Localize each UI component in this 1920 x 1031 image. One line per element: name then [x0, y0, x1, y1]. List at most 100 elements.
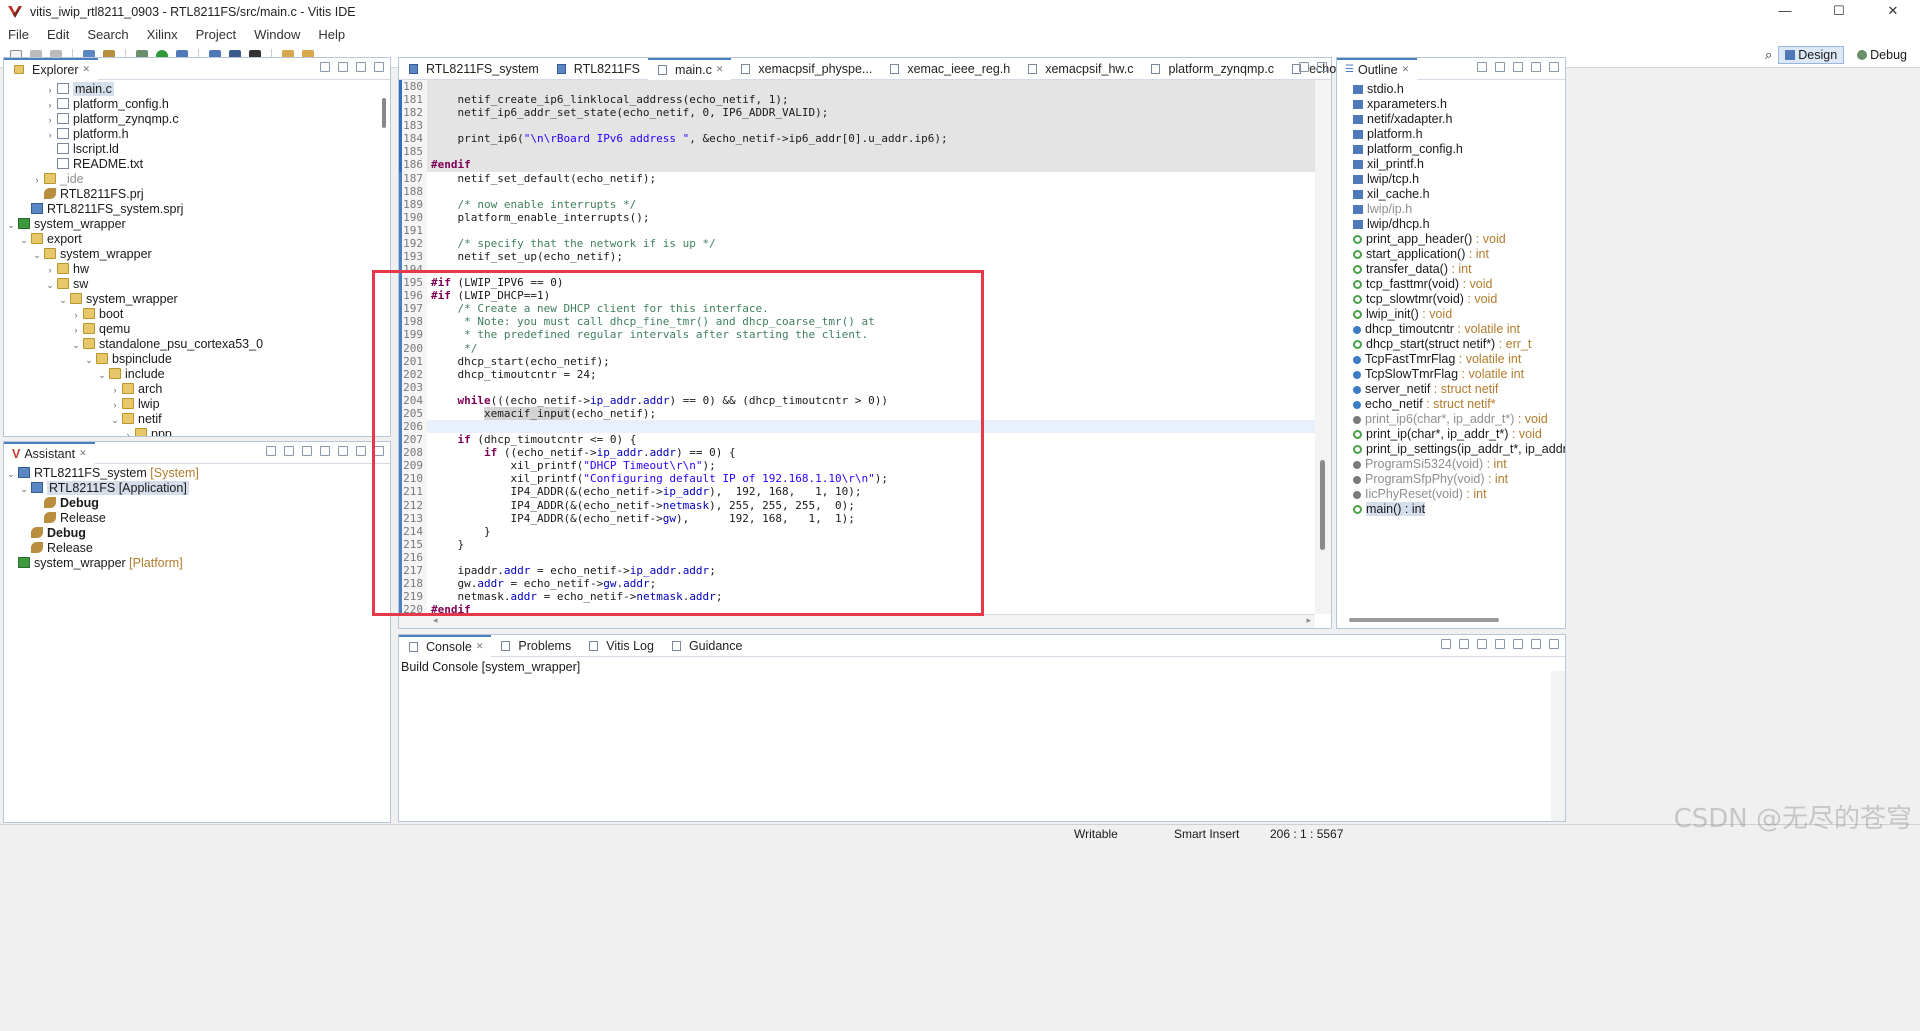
outline-item[interactable]: tcp_slowtmr(void) : void	[1337, 292, 1565, 307]
menu-project[interactable]: Project	[196, 27, 236, 42]
code-line[interactable]: 184 print_ip6("\n\rBoard IPv6 address ",…	[399, 132, 1315, 146]
expand-toggle-icon[interactable]: ⌄	[84, 353, 94, 368]
outline-item[interactable]: ProgramSfpPhy(void) : int	[1337, 472, 1565, 487]
outline-item[interactable]: xil_printf.h	[1337, 157, 1565, 172]
expand-toggle-icon[interactable]: ›	[110, 398, 120, 413]
tree-item[interactable]: › lwip	[4, 397, 390, 412]
outline-item[interactable]: start_application() : int	[1337, 247, 1565, 262]
minimize-view-icon[interactable]	[356, 62, 366, 72]
expand-toggle-icon[interactable]: ⌄	[32, 248, 42, 263]
outline-item[interactable]: TcpFastTmrFlag : volatile int	[1337, 352, 1565, 367]
design-perspective-button[interactable]: Design	[1778, 46, 1845, 64]
code-line[interactable]: 214 }	[399, 524, 1315, 538]
scroll-right-icon[interactable]: ▸	[1306, 615, 1311, 626]
code-line[interactable]: 201 dhcp_start(echo_netif);	[399, 354, 1315, 368]
code-line[interactable]: 210 xil_printf("Configuring default IP o…	[399, 472, 1315, 486]
debug-perspective-button[interactable]: Debug	[1850, 46, 1914, 64]
code-line[interactable]: 208 if ((echo_netif->ip_addr.addr) == 0)…	[399, 446, 1315, 460]
code-line[interactable]: 200 */	[399, 341, 1315, 355]
expand-toggle-icon[interactable]: ⌄	[45, 278, 55, 293]
tree-item[interactable]: ⌄ standalone_psu_cortexa53_0	[4, 337, 390, 352]
tree-item[interactable]: ⌄ include	[4, 367, 390, 382]
editor-tab[interactable]: xemac_ieee_reg.h	[880, 58, 1018, 80]
code-line[interactable]: 197 /* Create a new DHCP client for this…	[399, 302, 1315, 316]
expand-toggle-icon[interactable]: ⌄	[19, 482, 29, 497]
outline-item[interactable]: server_netif : struct netif	[1337, 382, 1565, 397]
tree-item[interactable]: › platform.h	[4, 127, 390, 142]
outline-item[interactable]: echo_netif : struct netif*	[1337, 397, 1565, 412]
tree-item[interactable]: › hw	[4, 262, 390, 277]
menu-xilinx[interactable]: Xilinx	[147, 27, 178, 42]
code-line[interactable]: 191	[399, 223, 1315, 237]
outline-item[interactable]: stdio.h	[1337, 82, 1565, 97]
tree-item[interactable]: Debug	[4, 526, 390, 541]
code-line[interactable]: 187 netif_set_default(echo_netif);	[399, 171, 1315, 185]
tree-item[interactable]: ⌄ sw	[4, 277, 390, 292]
outline-item[interactable]: platform_config.h	[1337, 142, 1565, 157]
build-icon[interactable]	[320, 446, 330, 456]
tree-item[interactable]: ⌄ system_wrapper	[4, 292, 390, 307]
code-line[interactable]: 216	[399, 550, 1315, 564]
expand-toggle-icon[interactable]: ⌄	[19, 233, 29, 248]
code-line[interactable]: 219 netmask.addr = echo_netif->netmask.a…	[399, 590, 1315, 604]
editor-tab[interactable]: xemacpsif_hw.c	[1018, 58, 1141, 80]
explorer-scrollbar[interactable]	[382, 98, 386, 128]
expand-toggle-icon[interactable]: ›	[45, 83, 55, 98]
pin-console-icon[interactable]	[1477, 639, 1487, 649]
tree-item[interactable]: › qemu	[4, 322, 390, 337]
outline-item[interactable]: print_app_header() : void	[1337, 232, 1565, 247]
code-line[interactable]: 202 dhcp_timoutcntr = 24;	[399, 367, 1315, 381]
editor-tab[interactable]: RTL8211FS_system	[399, 58, 547, 80]
code-line[interactable]: 189 /* now enable interrupts */	[399, 197, 1315, 211]
console-tab-problems[interactable]: Problems	[491, 635, 579, 657]
code-line[interactable]: 194	[399, 263, 1315, 277]
expand-toggle-icon[interactable]: ›	[123, 428, 133, 436]
close-icon[interactable]: ✕	[1402, 64, 1410, 75]
expand-toggle-icon[interactable]: ›	[71, 308, 81, 323]
expand-toggle-icon[interactable]: ›	[45, 128, 55, 143]
editor-horizontal-scrollbar[interactable]: ◂ ▸	[399, 614, 1315, 628]
outline-item[interactable]: lwip_init() : void	[1337, 307, 1565, 322]
hide-static-icon[interactable]	[1513, 62, 1523, 72]
tab-explorer[interactable]: Explorer ✕	[4, 57, 99, 80]
close-icon[interactable]: ✕	[716, 64, 724, 75]
close-icon[interactable]: ✕	[83, 64, 91, 75]
maximize-view-icon[interactable]	[374, 446, 384, 456]
tab-assistant[interactable]: V Assistant ✕	[4, 441, 95, 464]
settings-icon[interactable]	[302, 446, 312, 456]
scroll-left-icon[interactable]: ◂	[433, 615, 438, 626]
tree-item[interactable]: ⌄ bspinclude	[4, 352, 390, 367]
menu-help[interactable]: Help	[318, 27, 345, 42]
editor-tab[interactable]: main.c ✕	[648, 57, 732, 80]
outline-item[interactable]: dhcp_timoutcntr : volatile int	[1337, 322, 1565, 337]
outline-item[interactable]: lwip/dhcp.h	[1337, 217, 1565, 232]
expand-toggle-icon[interactable]: ⌄	[58, 293, 68, 308]
console-tab-guidance[interactable]: Guidance	[662, 635, 751, 657]
code-line[interactable]: 181 netif_create_ip6_linklocal_address(e…	[399, 93, 1315, 107]
expand-toggle-icon[interactable]: ⌄	[71, 338, 81, 353]
expand-toggle-icon[interactable]: ›	[71, 323, 81, 338]
editor-vertical-scrollbar[interactable]	[1315, 80, 1331, 614]
search-icon[interactable]: ⌕	[1765, 47, 1772, 63]
tree-item[interactable]: ⌄ system_wrapper	[4, 217, 390, 232]
console-scrollbar[interactable]	[1551, 671, 1565, 821]
tab-outline[interactable]: ☰ Outline ✕	[1337, 57, 1418, 80]
editor-tab[interactable]: xemacpsif_physpe...	[731, 58, 880, 80]
code-line[interactable]: 220 #endif	[399, 603, 1315, 614]
expand-icon[interactable]	[284, 446, 294, 456]
tree-item[interactable]: › platform_zynqmp.c	[4, 112, 390, 127]
clear-console-icon[interactable]	[1459, 639, 1469, 649]
maximize-view-icon[interactable]	[1317, 62, 1327, 72]
code-line[interactable]: 199 * the predefined regular intervals a…	[399, 328, 1315, 342]
maximize-button[interactable]: ☐	[1812, 0, 1866, 24]
outline-item[interactable]: ProgramSi5324(void) : int	[1337, 457, 1565, 472]
outline-item[interactable]: tcp_fasttmr(void) : void	[1337, 277, 1565, 292]
expand-toggle-icon[interactable]: ⌄	[6, 467, 16, 482]
expand-toggle-icon[interactable]: ⌄	[6, 218, 16, 233]
tree-item[interactable]: ⌄ export	[4, 232, 390, 247]
outline-item[interactable]: IicPhyReset(void) : int	[1337, 487, 1565, 502]
close-icon[interactable]: ✕	[79, 448, 87, 459]
code-area[interactable]: 180 181 netif_create_ip6_linklocal_addres…	[399, 80, 1315, 614]
minimize-button[interactable]: —	[1758, 0, 1812, 24]
outline-item[interactable]: print_ip_settings(ip_addr_t*, ip_addr_t*…	[1337, 442, 1565, 457]
